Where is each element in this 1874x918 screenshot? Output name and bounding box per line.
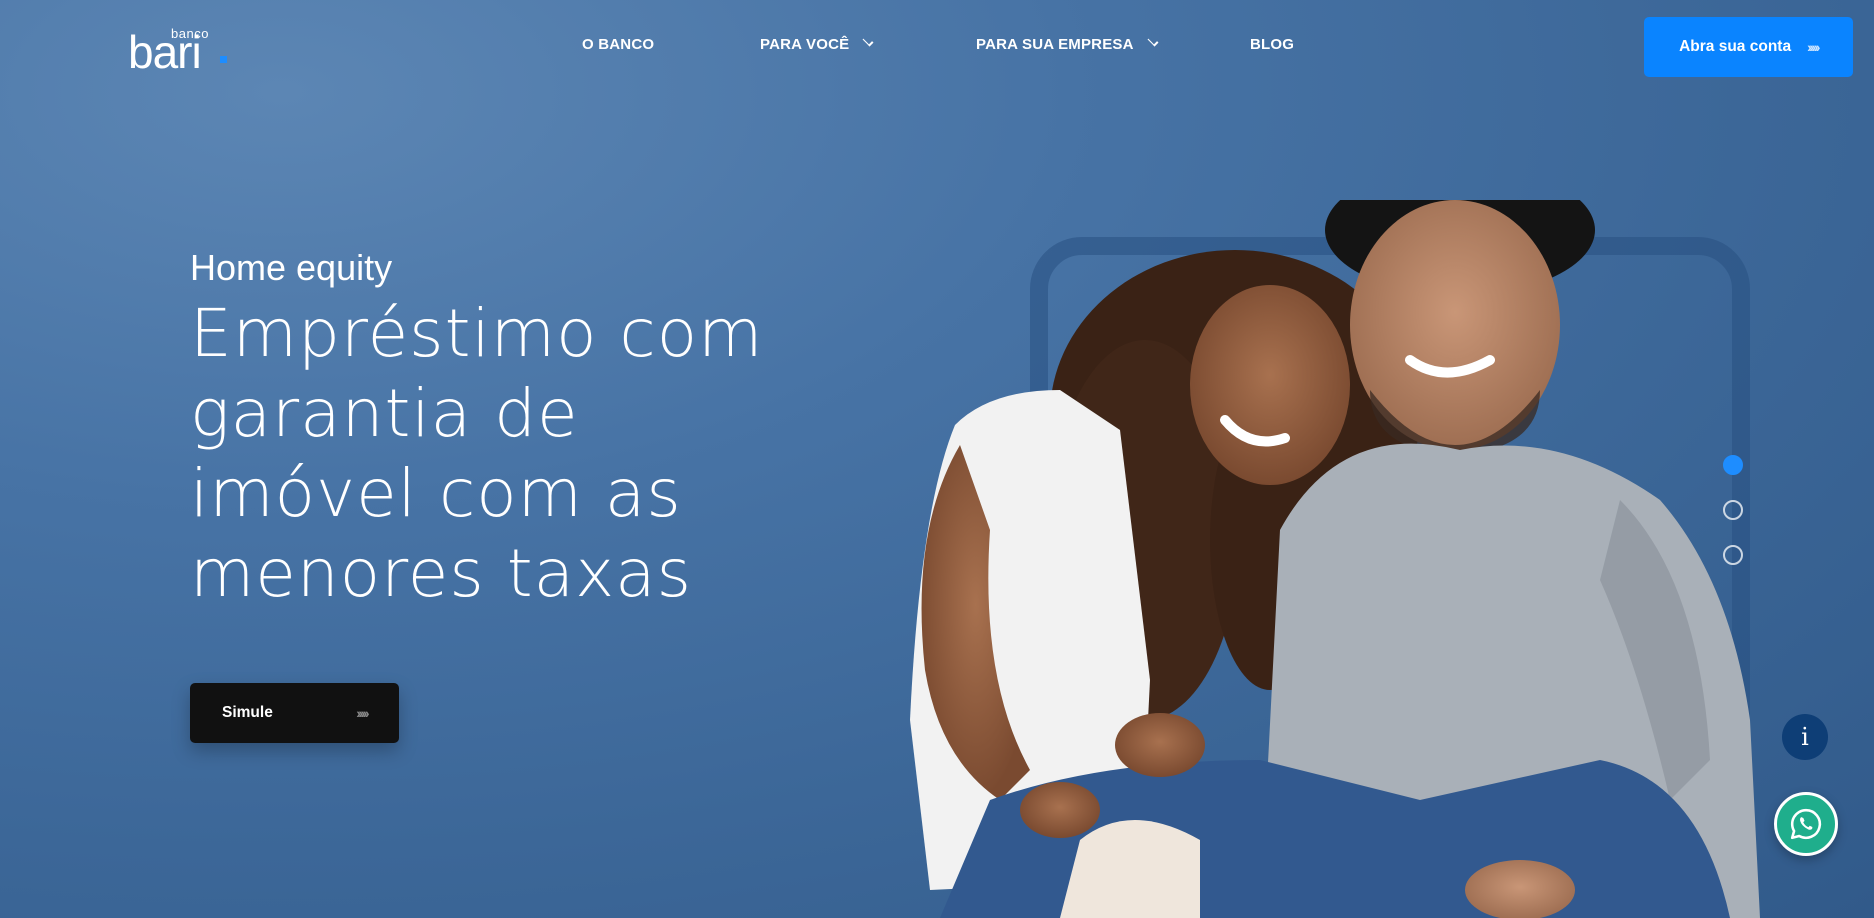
chevrons-right-icon: ››››› [356,705,369,721]
hero-eyebrow: Home equity [190,247,393,288]
chevron-down-icon [1147,35,1159,47]
info-icon: i [1801,723,1809,751]
logo[interactable]: banco bari [128,26,238,75]
carousel-dot-1[interactable] [1723,455,1743,475]
hero-section: banco bari O BANCO PARA VOCÊ PARA SUA EM… [0,0,1874,918]
site-header: banco bari O BANCO PARA VOCÊ PARA SUA EM… [0,0,1874,95]
nav-item-label: O BANCO [582,36,655,53]
nav-item-para-voce[interactable]: PARA VOCÊ [760,35,874,53]
nav-item-label: PARA VOCÊ [760,36,850,53]
info-button[interactable]: i [1782,714,1828,760]
carousel-dot-2[interactable] [1723,500,1743,520]
headline-line: menores taxas [190,535,692,612]
open-account-label: Abra sua conta [1679,38,1792,55]
nav-item-blog[interactable]: BLOG [1250,36,1294,53]
logo-dot [220,56,227,63]
headline-line: imóvel com as [190,455,682,532]
simulate-button[interactable]: Simule ››››› [190,683,399,743]
nav-item-para-sua-empresa[interactable]: PARA SUA EMPRESA [976,35,1159,53]
chevrons-right-icon: ››››› [1807,39,1820,55]
headline-line: garantia de [190,375,579,452]
nav-item-label: PARA SUA EMPRESA [976,36,1134,53]
logo-main-text: bari [128,26,202,78]
open-account-button[interactable]: Abra sua conta ››››› [1644,17,1853,77]
carousel-dot-3[interactable] [1723,545,1743,565]
whatsapp-icon [1790,808,1822,840]
nav-item-label: BLOG [1250,36,1295,53]
whatsapp-button[interactable] [1774,792,1838,856]
hero-headline: Empréstimo com garantia de imóvel com as… [190,294,810,614]
chevron-down-icon [862,35,874,47]
headline-line: Empréstimo com [190,295,764,372]
simulate-label: Simule [222,704,273,721]
hero-photo-couple [910,200,1760,918]
nav-item-o-banco[interactable]: O BANCO [582,36,654,53]
